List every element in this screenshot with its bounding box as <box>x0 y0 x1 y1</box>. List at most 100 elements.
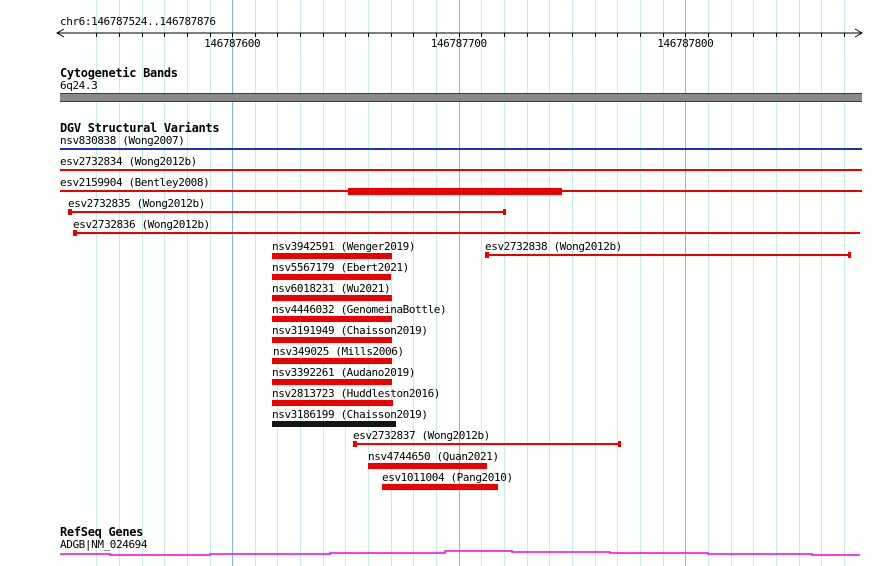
gridline <box>730 0 732 566</box>
variant-label[interactable]: esv2159904 (Bentley2008) <box>60 176 210 189</box>
ruler-tick <box>368 33 370 37</box>
variant-bar[interactable] <box>272 421 396 427</box>
variant-line[interactable] <box>60 169 862 171</box>
variant-label[interactable]: nsv4744650 (Quan2021) <box>368 450 499 463</box>
ruler-tick <box>322 33 324 37</box>
ruler-tick-label: 146787600 <box>204 37 261 50</box>
ruler-tick <box>345 33 347 37</box>
variant-bar[interactable] <box>272 274 391 280</box>
variant-label[interactable]: esv2732838 (Wong2012b) <box>485 240 622 253</box>
region-title: chr6:146787524..146787876 <box>60 15 216 28</box>
ruler-tick <box>390 33 392 37</box>
variant-label[interactable]: esv2732835 (Wong2012b) <box>68 197 205 210</box>
variant-bar[interactable] <box>272 295 392 301</box>
variant-label[interactable]: nsv3191949 (Chaisson2019) <box>272 324 428 337</box>
variant-label[interactable]: esv2732834 (Wong2012b) <box>60 155 197 168</box>
variant-cap[interactable] <box>848 252 851 258</box>
variant-cap[interactable] <box>73 230 77 236</box>
variant-label[interactable]: esv2732837 (Wong2012b) <box>353 429 490 442</box>
ruler-tick <box>572 33 574 37</box>
ruler-tick <box>164 33 166 37</box>
gridline <box>707 0 709 566</box>
variant-cap[interactable] <box>353 441 357 447</box>
variant-label[interactable]: nsv4446032 (GenomeinaBottle) <box>272 303 447 316</box>
gene-label[interactable]: ADGB|NM_024694 <box>60 538 148 551</box>
variant-label[interactable]: nsv349025 (Mills2006) <box>273 345 404 358</box>
variant-bar[interactable] <box>272 253 392 259</box>
ruler-tick <box>730 33 732 37</box>
gridline <box>662 0 664 566</box>
variant-label[interactable]: nsv3942591 (Wenger2019) <box>272 240 416 253</box>
section-title-cytogenetic: Cytogenetic Bands <box>60 66 178 80</box>
ruler-tick-label: 146787800 <box>657 37 714 50</box>
gridline <box>572 0 574 566</box>
gridline <box>254 0 256 566</box>
variant-cap[interactable] <box>618 441 621 447</box>
gridline <box>685 0 687 566</box>
variant-bar[interactable] <box>272 316 392 322</box>
ruler-tick <box>277 33 279 37</box>
variant-label[interactable]: nsv2813723 (Huddleston2016) <box>272 387 440 400</box>
variant-label[interactable]: esv2732836 (Wong2012b) <box>73 218 210 231</box>
gridline <box>526 0 528 566</box>
variant-line[interactable] <box>353 443 621 445</box>
gridline <box>594 0 596 566</box>
variant-bar[interactable] <box>272 337 392 343</box>
gridline <box>639 0 641 566</box>
variant-bar[interactable] <box>272 358 392 364</box>
ruler-right-arrow-icon <box>854 28 864 38</box>
cytoband-label: 6q24.3 <box>60 79 98 92</box>
gridline <box>209 0 211 566</box>
ruler-tick <box>639 33 641 37</box>
variant-cap[interactable] <box>68 209 72 215</box>
ruler-tick <box>753 33 755 37</box>
variant-bar[interactable] <box>368 463 487 469</box>
gridline <box>798 0 800 566</box>
gridline <box>118 0 120 566</box>
ruler-tick <box>141 33 143 37</box>
variant-label[interactable]: esv1011004 (Pang2010) <box>382 471 513 484</box>
variant-bar[interactable] <box>382 484 498 490</box>
variant-cap[interactable] <box>485 252 489 258</box>
ruler-tick <box>843 33 845 37</box>
gridline <box>775 0 777 566</box>
variant-line[interactable] <box>73 232 860 234</box>
variant-bar[interactable] <box>272 379 392 385</box>
gridline <box>164 0 166 566</box>
gridline <box>843 0 845 566</box>
gridline <box>549 0 551 566</box>
ruler-tick <box>775 33 777 37</box>
ruler-tick <box>413 33 415 37</box>
variant-bar[interactable] <box>348 188 562 195</box>
variant-label[interactable]: nsv5567179 (Ebert2021) <box>272 261 409 274</box>
ruler-tick <box>821 33 823 37</box>
gridline <box>753 0 755 566</box>
section-title-refseq: RefSeq Genes <box>60 525 144 539</box>
variant-line[interactable] <box>60 148 862 150</box>
cytoband-bar[interactable] <box>60 93 862 102</box>
ruler-tick <box>186 33 188 37</box>
ruler-left-arrow-icon <box>55 28 65 38</box>
gridline <box>186 0 188 566</box>
gridline <box>232 0 234 566</box>
variant-label[interactable]: nsv830838 (Wong2007) <box>60 134 185 147</box>
ruler-tick <box>617 33 619 37</box>
variant-line[interactable] <box>485 254 851 256</box>
ruler-tick <box>594 33 596 37</box>
ruler-tick-label: 146787700 <box>430 37 487 50</box>
section-title-dgv: DGV Structural Variants <box>60 121 220 135</box>
variant-cap[interactable] <box>503 209 506 215</box>
ruler-tick <box>549 33 551 37</box>
ruler-tick <box>118 33 120 37</box>
genome-browser-canvas: chr6:146787524..146787876 146787600 14678… <box>0 0 890 566</box>
gridline <box>821 0 823 566</box>
variant-label[interactable]: nsv6018231 (Wu2021) <box>272 282 391 295</box>
variant-bar[interactable] <box>272 400 393 406</box>
ruler-tick <box>798 33 800 37</box>
ruler-tick <box>300 33 302 37</box>
variant-line[interactable] <box>68 211 506 213</box>
variant-label[interactable]: nsv3392261 (Audano2019) <box>272 366 416 379</box>
variant-label[interactable]: nsv3186199 (Chaisson2019) <box>272 408 428 421</box>
ruler-tick <box>96 33 98 37</box>
gridline <box>141 0 143 566</box>
